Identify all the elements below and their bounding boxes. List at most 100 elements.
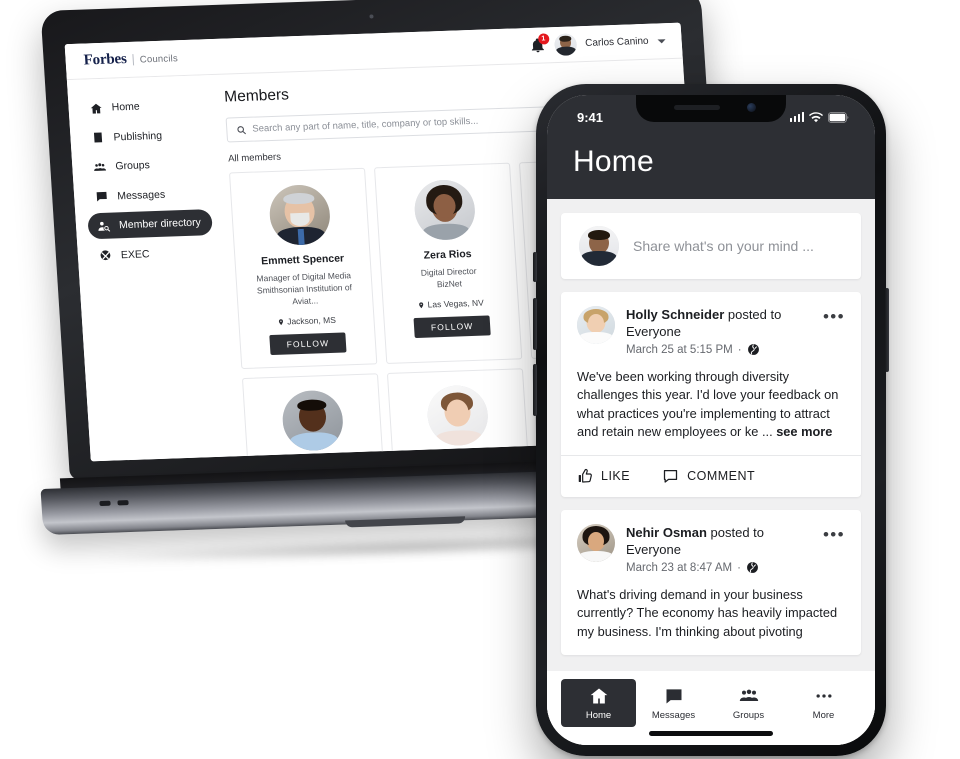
message-icon [636,686,711,706]
member-name: Zera Rios [423,248,472,262]
sidebar: Home Publishing Groups Messages Member d… [66,75,237,462]
see-more-link[interactable]: see more [776,424,832,439]
avatar[interactable] [553,32,577,56]
brand-separator: | [131,51,136,66]
thumbs-up-icon [578,468,592,483]
phone-header: Home [547,139,875,199]
member-card[interactable]: Zera Rios Digital Director BizNet Las Ve… [373,162,523,365]
sidebar-item-label: Publishing [113,129,163,143]
feed-post[interactable]: Nehir Osman posted to Everyone March 23 … [561,509,861,655]
post-timestamp-row: March 25 at 5:15 PM · [626,343,812,356]
phone-screen: 9:41 Home Share what's on your mind ... … [547,95,875,745]
tab-groups[interactable]: Groups [711,679,786,727]
like-label: LIKE [601,468,631,483]
brand-name: Forbes [83,51,128,69]
avatar[interactable] [577,523,615,562]
member-avatar-photo [425,384,490,447]
sidebar-item-publishing[interactable]: Publishing [82,121,208,151]
tab-label: Home [585,710,612,721]
post-header: Holly Schneider posted to Everyone March… [561,292,861,356]
phone-volume-up-button[interactable] [533,298,537,350]
phone-device: 9:41 Home Share what's on your mind ... … [533,84,889,756]
user-avatar-photo [553,32,577,56]
member-company: Smithsonian Institution of Aviat... [256,282,353,307]
notifications-button[interactable]: 1 [529,32,550,54]
globe-icon [747,344,759,356]
composer-avatar-photo [579,226,619,266]
post-separator: · [737,343,742,356]
member-avatar-photo [280,389,345,452]
wifi-icon [809,111,823,122]
home-indicator[interactable] [649,731,773,736]
post-author-avatar-photo [577,306,615,344]
map-pin-icon [278,318,283,325]
webcam-icon [369,14,374,19]
phone-power-button[interactable] [885,288,889,372]
sidebar-item-messages[interactable]: Messages [85,180,211,210]
phone-mute-switch[interactable] [533,252,537,282]
mockup-stage: Forbes | Councils 1 Carlos Canino Home P… [0,0,960,759]
phone-notch [636,95,786,122]
brand-suffix: Councils [139,53,179,66]
exec-icon [99,249,113,262]
follow-button[interactable]: FOLLOW [269,332,347,356]
tab-more[interactable]: More [786,679,861,727]
search-placeholder: Search any part of name, title, company … [251,115,479,135]
sidebar-item-groups[interactable]: Groups [84,150,210,180]
status-time: 9:41 [577,109,604,125]
comment-bubble-icon [663,469,678,483]
sidebar-item-home[interactable]: Home [80,91,206,121]
tab-home[interactable]: Home [561,679,636,727]
post-meta: Nehir Osman posted to Everyone March 23 … [626,524,812,574]
home-icon [89,101,103,114]
chevron-down-icon[interactable] [657,38,666,43]
like-button[interactable]: LIKE [577,468,630,484]
sidebar-item-label: Home [111,100,141,114]
home-icon [561,686,636,706]
avatar [412,178,477,241]
post-author-avatar-photo [577,523,615,562]
member-location: Jackson, MS [247,314,366,328]
tab-label: Messages [651,710,696,721]
sidebar-item-exec[interactable]: EXEC [89,239,215,269]
comment-button[interactable]: COMMENT [662,468,755,484]
post-body: What's driving demand in your business c… [561,574,861,654]
groups-icon [711,686,786,706]
member-avatar-photo [412,178,477,241]
member-location: Las Vegas, NV [391,297,510,311]
brand-logo[interactable]: Forbes | Councils [83,49,178,69]
feed[interactable]: Share what's on your mind ... Holly Schn… [547,199,875,745]
member-card[interactable] [241,373,385,457]
post-timestamp: March 25 at 5:15 PM [626,343,733,356]
avatar [579,226,619,266]
member-card[interactable]: Emmett Spencer Manager of Digital Media … [229,167,378,370]
post-body: We've been working through diversity cha… [561,356,861,455]
avatar[interactable] [577,306,615,344]
sidebar-item-label: Messages [116,188,166,202]
post-body-text: What's driving demand in your business c… [577,587,838,639]
post-author-name: Holly Schneider [626,307,725,322]
member-card[interactable] [386,368,529,457]
post-author-line: Holly Schneider posted to Everyone [626,306,812,340]
sidebar-item-member-directory[interactable]: Member directory [87,209,213,240]
document-icon [91,131,105,144]
sidebar-item-label: EXEC [120,247,150,261]
notification-badge: 1 [537,32,550,45]
laptop-port [99,500,111,507]
phone-volume-down-button[interactable] [533,364,537,416]
status-icons [789,111,850,123]
member-location-label: Jackson, MS [286,314,337,327]
more-dots-icon[interactable]: ••• [823,306,845,325]
battery-icon [828,111,849,123]
member-location-label: Las Vegas, NV [427,297,485,310]
tab-messages[interactable]: Messages [636,679,711,727]
more-dots-icon [786,686,861,706]
post-composer[interactable]: Share what's on your mind ... [561,213,861,279]
post-meta: Holly Schneider posted to Everyone March… [626,306,812,356]
avatar [280,389,345,452]
more-dots-icon[interactable]: ••• [823,524,845,543]
post-timestamp: March 23 at 8:47 AM [626,561,733,574]
feed-post[interactable]: Holly Schneider posted to Everyone March… [561,292,861,497]
post-author-name: Nehir Osman [626,524,707,540]
follow-button[interactable]: FOLLOW [413,315,492,339]
